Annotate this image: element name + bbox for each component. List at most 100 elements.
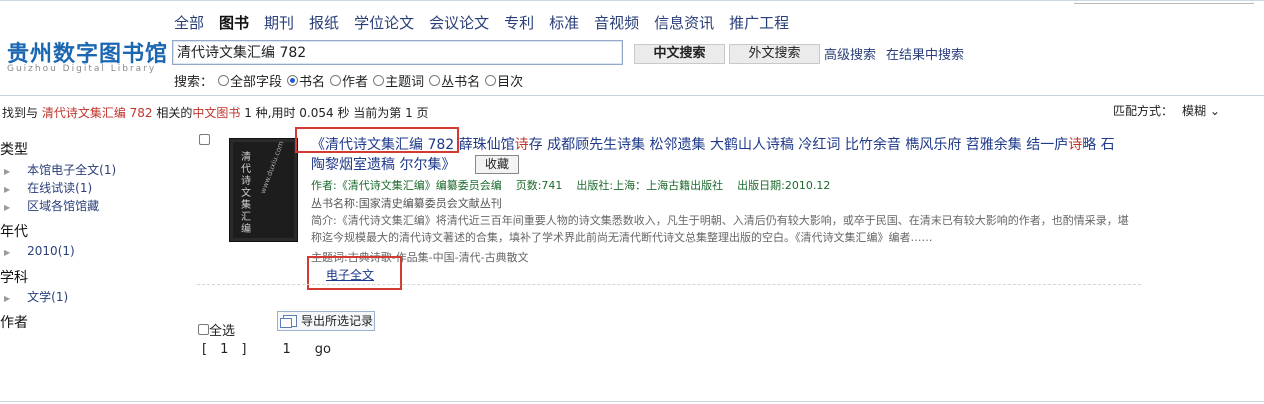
tab-theses[interactable]: 学位论文 xyxy=(354,12,414,33)
tab-conference[interactable]: 会议论文 xyxy=(429,12,489,33)
result-divider xyxy=(197,284,1141,285)
pager-bracket: ] xyxy=(241,342,247,357)
book-cover[interactable]: 清代诗文集汇编 www.duxiu.com xyxy=(229,138,298,242)
book-cover-image: 清代诗文集汇编 www.duxiu.com xyxy=(233,139,294,238)
option-label: 目次 xyxy=(497,75,524,90)
facet-item[interactable]: ▶ 区域各馆馆藏 xyxy=(4,197,99,214)
facet-label[interactable]: 区域各馆馆藏 xyxy=(27,199,99,213)
result-date: 出版日期:2010.12 xyxy=(737,179,831,192)
facet-item[interactable]: ▶ 文学(1) xyxy=(4,288,68,305)
radio-icon[interactable] xyxy=(373,75,385,86)
search-field-options: 搜索： 全部字段 书名 作者 主题词 丛书名 目次 xyxy=(174,71,525,90)
triangle-icon: ▶ xyxy=(4,203,11,212)
tab-journals[interactable]: 期刊 xyxy=(264,12,294,33)
option-series[interactable]: 丛书名 xyxy=(426,71,480,90)
cover-title: 清代诗文集汇编 xyxy=(241,152,251,235)
highlight-box-title xyxy=(295,127,459,153)
result-publisher: 出版社:上海：上海古籍出版社 xyxy=(576,179,724,192)
select-all[interactable]: 全选 xyxy=(198,320,235,339)
triangle-icon: ▶ xyxy=(4,248,11,257)
tab-newspapers[interactable]: 报纸 xyxy=(309,12,339,33)
radio-icon[interactable] xyxy=(485,75,497,86)
facet-item[interactable]: ▶ 2010(1) xyxy=(4,244,75,258)
tab-books[interactable]: 图书 xyxy=(219,12,249,33)
summary-text: 找到与 xyxy=(2,106,42,120)
option-subject[interactable]: 主题词 xyxy=(370,71,424,90)
option-toc[interactable]: 目次 xyxy=(482,71,523,90)
option-label: 丛书名 xyxy=(441,75,481,90)
advanced-search-link[interactable]: 高级搜索 xyxy=(824,44,876,63)
option-all-fields[interactable]: 全部字段 xyxy=(215,71,282,90)
result-pages: 页数:741 xyxy=(515,179,563,192)
facet-label[interactable]: 2010(1) xyxy=(27,244,75,258)
facet-label[interactable]: 在线试读(1) xyxy=(27,181,92,195)
bottom-border xyxy=(0,401,1264,402)
export-selected-button[interactable]: 导出所选记录 xyxy=(277,311,375,331)
summary-type: 中文图书 xyxy=(192,106,241,120)
radio-icon[interactable] xyxy=(218,75,230,86)
pagination: [ 1 ] 1 go xyxy=(202,342,331,357)
result-summary: 找到与 清代诗文集汇编 782 相关的中文图书 1 种,用时 0.054 秒 当… xyxy=(2,104,429,121)
match-mode-select[interactable]: 模糊 ⌄ xyxy=(1182,102,1220,119)
category-tabs: 全部 图书 期刊 报纸 学位论文 会议论文 专利 标准 音视频 信息资讯 推广工… xyxy=(174,12,804,33)
result-meta: 作者:《清代诗文集汇编》编纂委员会编 页数:741 出版社:上海：上海古籍出版社 出版… xyxy=(311,177,844,193)
search-input[interactable]: 清代诗文集汇编 782 xyxy=(172,40,623,65)
tab-news[interactable]: 信息资讯 xyxy=(654,12,714,33)
option-author[interactable]: 作者 xyxy=(327,71,368,90)
title-part[interactable]: 略 石 xyxy=(1082,137,1114,153)
triangle-icon: ▶ xyxy=(4,294,11,303)
search-options-label: 搜索： xyxy=(174,75,214,90)
option-label: 书名 xyxy=(299,75,326,90)
facet-label[interactable]: 文学(1) xyxy=(27,290,68,304)
option-label: 主题词 xyxy=(385,75,425,90)
title-highlight[interactable]: 诗 xyxy=(515,137,529,153)
top-right-toolbar xyxy=(1074,0,1254,4)
header-divider xyxy=(0,95,1264,96)
title-part[interactable]: 薛珠仙馆 xyxy=(454,137,515,153)
facet-label[interactable]: 本馆电子全文(1) xyxy=(27,163,116,177)
search-in-results-link[interactable]: 在结果中搜索 xyxy=(886,44,964,63)
facet-subject-heading: 学科 xyxy=(0,270,28,286)
cover-watermark: www.duxiu.com xyxy=(259,139,286,195)
logo-subtitle: Guizhou Digital Library xyxy=(7,64,157,74)
tab-media[interactable]: 音视频 xyxy=(594,12,639,33)
result-author: 作者:《清代诗文集汇编》编纂委员会编 xyxy=(311,179,502,192)
summary-query: 清代诗文集汇编 782 xyxy=(41,106,153,120)
radio-icon[interactable] xyxy=(330,75,342,86)
title-highlight[interactable]: 诗 xyxy=(1068,137,1082,153)
pager-page-number[interactable]: 1 xyxy=(282,342,290,357)
facet-item[interactable]: ▶ 在线试读(1) xyxy=(4,179,92,196)
pager-bracket: [ xyxy=(202,342,208,357)
tab-standards[interactable]: 标准 xyxy=(549,12,579,33)
summary-text: 相关的 xyxy=(152,106,193,120)
option-label: 作者 xyxy=(342,75,369,90)
facet-year-heading: 年代 xyxy=(0,224,28,240)
result-title-line2[interactable]: 陶黎烟室遗稿 尔尔集》 xyxy=(311,154,455,174)
select-all-checkbox[interactable] xyxy=(198,324,209,335)
triangle-icon: ▶ xyxy=(4,185,11,194)
select-all-label: 全选 xyxy=(209,324,236,339)
favorite-button[interactable]: 收藏 xyxy=(475,155,519,174)
facet-type-heading: 类型 xyxy=(0,142,28,158)
pager-go-button[interactable]: go xyxy=(315,342,331,357)
result-series: 丛书名称:国家清史编纂委员会文献丛刊 xyxy=(311,197,502,210)
tab-all[interactable]: 全部 xyxy=(174,12,204,33)
export-label: 导出所选记录 xyxy=(301,314,374,328)
tab-promotion[interactable]: 推广工程 xyxy=(729,12,789,33)
option-label: 全部字段 xyxy=(230,75,283,90)
title-part[interactable]: 存 成都顾先生诗集 松邻遗集 大鹤山人诗稿 冷红词 比竹余音 檇风乐府 苕雅余集… xyxy=(529,137,1069,153)
pager-current: 1 xyxy=(220,342,229,357)
facet-author-heading: 作者 xyxy=(0,315,28,331)
radio-selected-icon[interactable] xyxy=(287,75,299,86)
option-title[interactable]: 书名 xyxy=(284,71,325,90)
triangle-icon: ▶ xyxy=(4,167,11,176)
chinese-search-button[interactable]: 中文搜索 xyxy=(634,44,725,64)
radio-icon[interactable] xyxy=(429,75,441,86)
export-icon xyxy=(280,315,297,328)
facet-item[interactable]: ▶ 本馆电子全文(1) xyxy=(4,161,116,178)
summary-text: 1 种,用时 0.054 秒 当前为第 1 页 xyxy=(240,106,429,120)
foreign-search-button[interactable]: 外文搜索 xyxy=(729,44,820,64)
match-mode-label: 匹配方式： xyxy=(1113,104,1174,118)
tab-patents[interactable]: 专利 xyxy=(504,12,534,33)
result-checkbox[interactable] xyxy=(199,134,210,145)
